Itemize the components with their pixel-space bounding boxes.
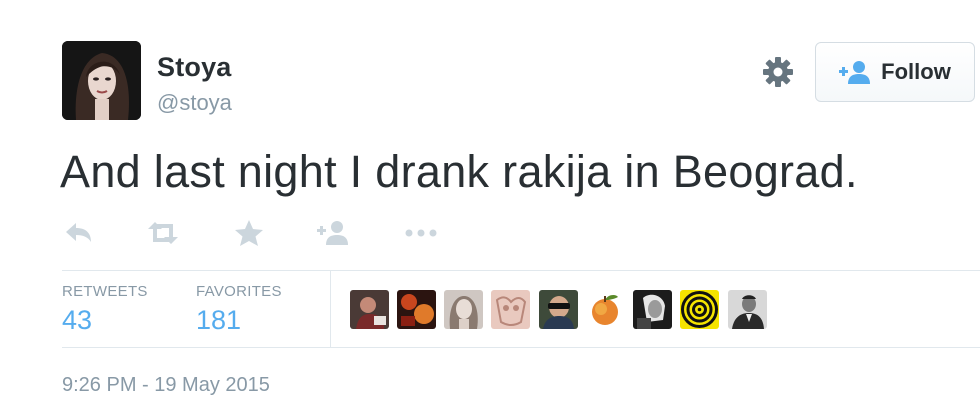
author-display-name[interactable]: Stoya [157,52,232,83]
favorite-icon[interactable] [232,218,266,248]
favorites-count: 181 [196,305,242,335]
retweets-label: RETWEETS [62,283,148,300]
follow-button-label: Follow [881,59,951,84]
favoriter-avatar[interactable] [728,290,767,329]
follow-plus-user-icon [839,61,871,84]
favoriter-avatar[interactable] [444,290,483,329]
favoriter-avatar[interactable] [539,290,578,329]
reply-icon[interactable] [62,218,96,248]
stats-divider-top [62,270,980,271]
tweet-timestamp[interactable]: 9:26 PM - 19 May 2015 [62,374,270,397]
favoriter-avatar[interactable] [680,290,719,329]
favoriter-avatar[interactable] [350,290,389,329]
tweet-text: And last night I drank rakija in Beograd… [60,146,858,197]
retweets-stat[interactable]: RETWEETS 43 [62,283,148,336]
favoriter-avatar[interactable] [586,290,625,329]
retweets-count: 43 [62,305,93,335]
author-avatar[interactable] [62,41,141,120]
follow-button[interactable]: Follow [815,42,975,102]
gear-icon[interactable] [760,54,796,90]
favoriter-avatar[interactable] [491,290,530,329]
author-avatar-photo [62,41,141,120]
follow-icon[interactable] [316,218,350,248]
more-icon[interactable] [404,218,438,248]
retweet-icon[interactable] [146,218,180,248]
favorites-stat[interactable]: FAVORITES 181 [196,283,282,336]
favoriter-avatar[interactable] [633,290,672,329]
favoriter-avatar[interactable] [397,290,436,329]
author-screen-name[interactable]: @stoya [157,90,232,116]
favorites-label: FAVORITES [196,283,282,300]
stats-separator [330,271,331,347]
stats-divider-bottom [62,347,980,348]
tweet-actions [62,218,482,248]
